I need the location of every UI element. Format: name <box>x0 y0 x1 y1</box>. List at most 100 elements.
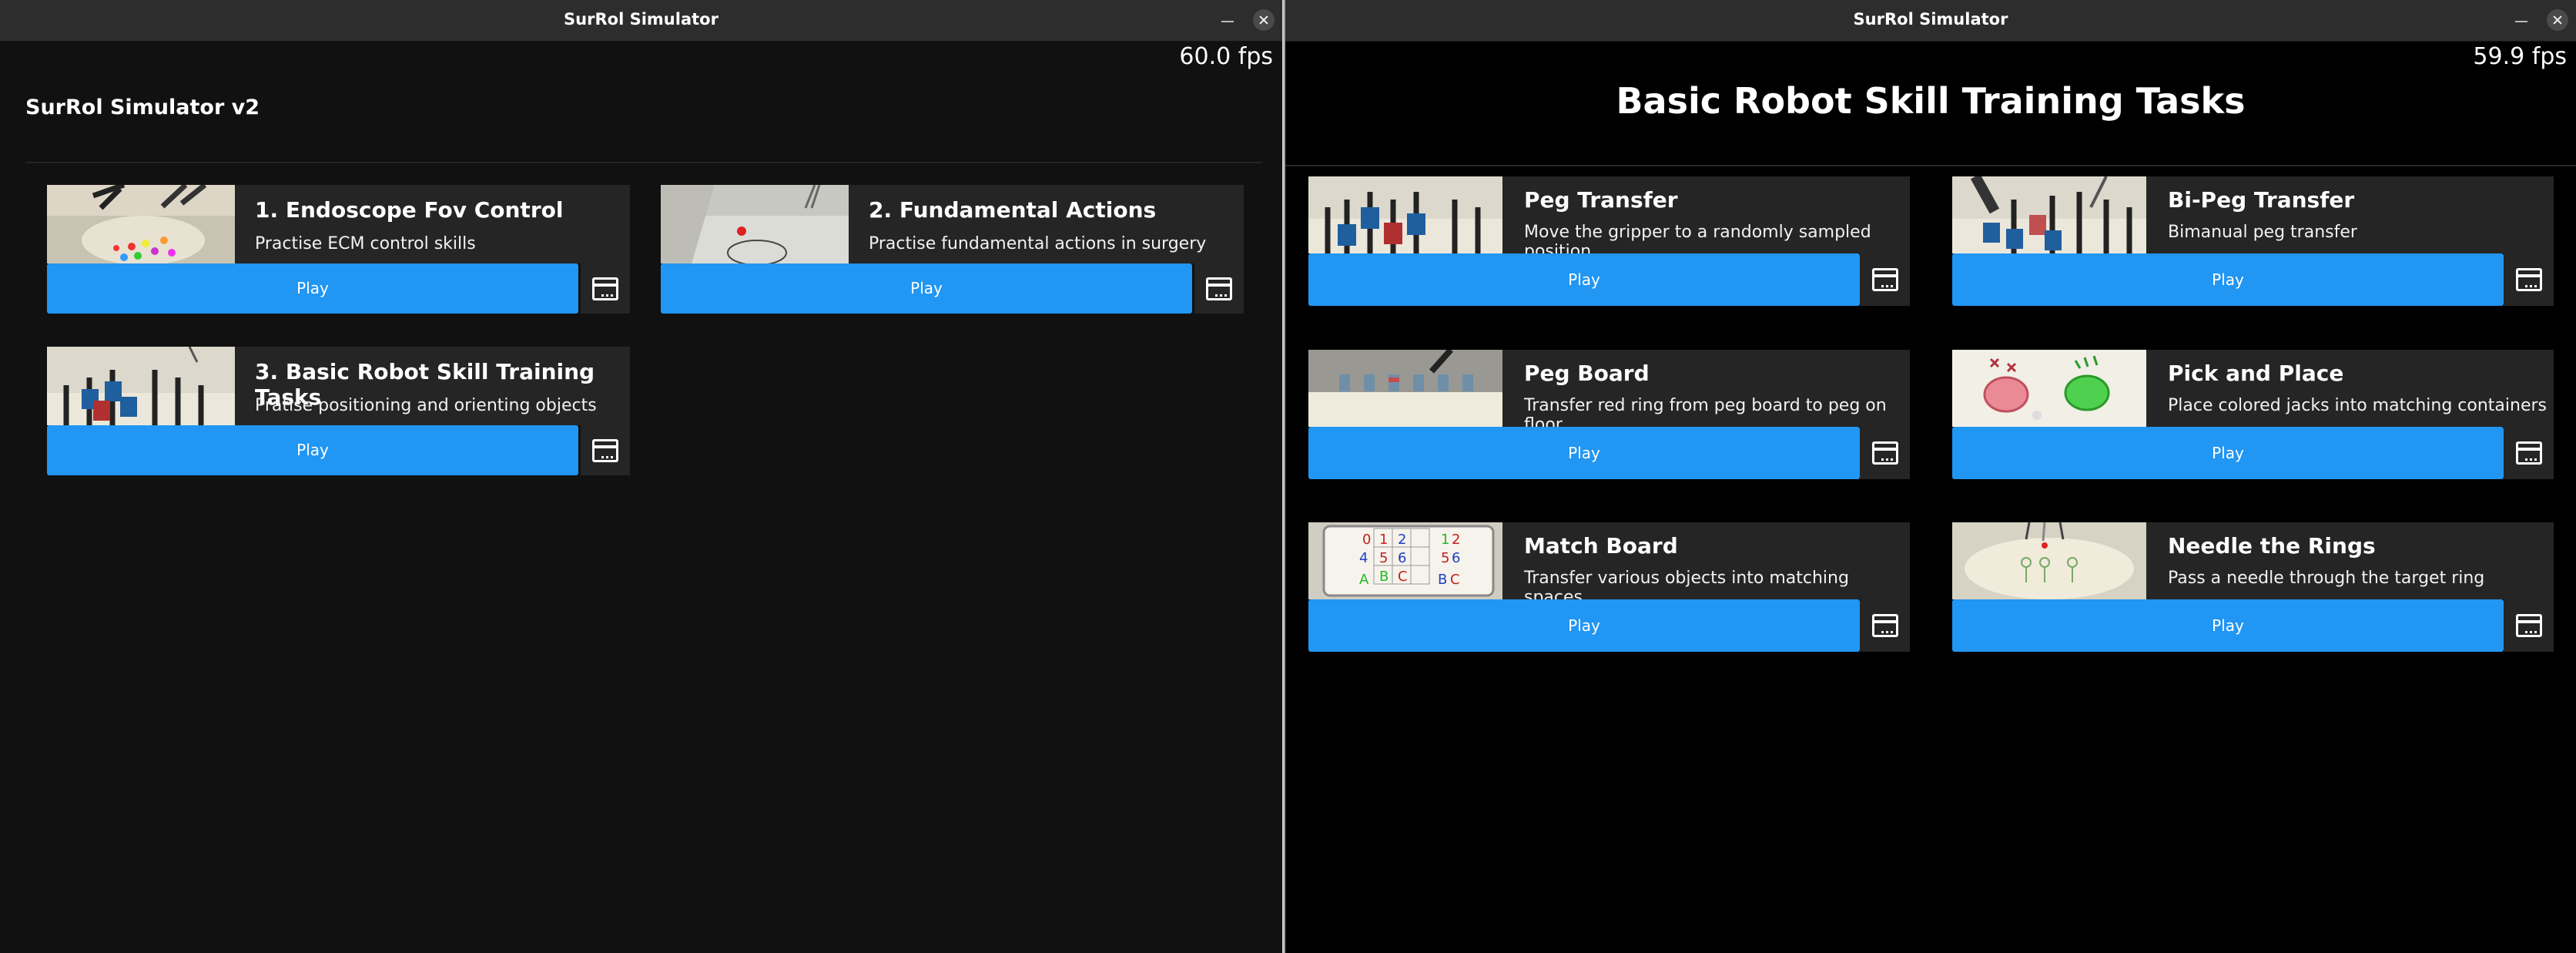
close-icon[interactable] <box>2547 9 2568 31</box>
play-button[interactable]: Play <box>1952 427 2504 479</box>
bi-peg-transfer-thumbnail <box>1952 176 2146 253</box>
task-description: Pratise positioning and orienting object… <box>255 396 597 415</box>
main-content: 60.0 fps SurRol Simulator v2 1. Endoscop… <box>0 42 1282 953</box>
app-title: SurRol Simulator v2 <box>25 96 260 119</box>
board-symbol: B <box>1379 569 1388 585</box>
task-description: Pass a needle through the target ring <box>2168 569 2485 588</box>
match-board-thumbnail: 0 1 2 1 2 4 5 6 5 6 A B C B C <box>1308 522 1502 599</box>
window-icon <box>592 277 618 300</box>
task-options-button[interactable] <box>1194 263 1244 314</box>
board-symbol: 0 <box>1362 532 1371 548</box>
window-title: SurRol Simulator <box>564 10 719 29</box>
task-title: Peg Transfer <box>1524 187 1678 213</box>
board-symbol: 2 <box>1452 532 1460 548</box>
task-title: 2. Fundamental Actions <box>869 197 1157 223</box>
divider <box>1285 165 2576 166</box>
card-header: 3. Basic Robot Skill Training Tasks Prat… <box>47 347 630 425</box>
board-symbol: C <box>1450 572 1460 588</box>
board-symbol: B <box>1438 572 1447 588</box>
task-options-button[interactable] <box>2504 427 2554 479</box>
card-header: 0 1 2 1 2 4 5 6 5 6 A B C B C Match Boar… <box>1308 522 1910 607</box>
close-icon[interactable] <box>1253 9 1275 31</box>
minimize-icon[interactable] <box>1219 9 1236 26</box>
task-description: Bimanual peg transfer <box>2168 223 2357 242</box>
peg-board-thumbnail <box>1308 350 1502 427</box>
window-icon <box>1206 277 1232 300</box>
task-card-pick-and-place: Pick and Place Place colored jacks into … <box>1952 350 2554 508</box>
task-card-peg-transfer: Peg Transfer Move the gripper to a rando… <box>1308 176 1910 334</box>
card-header: Peg Board Transfer red ring from peg boa… <box>1308 350 1910 435</box>
page-title: Basic Robot Skill Training Tasks <box>1616 80 2246 122</box>
window-icon <box>1871 614 1898 637</box>
task-description: Practise fundamental actions in surgery <box>869 234 1207 253</box>
task-title: Needle the Rings <box>2168 533 2376 559</box>
task-description: Place colored jacks into matching contai… <box>2168 396 2547 415</box>
card-header: 2. Fundamental Actions Practise fundamen… <box>661 185 1244 263</box>
task-card-match-board: 0 1 2 1 2 4 5 6 5 6 A B C B C Match Boar… <box>1308 522 1910 680</box>
task-options-button[interactable] <box>2504 253 2554 306</box>
board-symbol: 5 <box>1379 550 1388 566</box>
play-button[interactable]: Play <box>1308 253 1860 306</box>
card-header: Peg Transfer Move the gripper to a rando… <box>1308 176 1910 261</box>
play-button[interactable]: Play <box>47 263 578 314</box>
main-content: 59.9 fps Basic Robot Skill Training Task… <box>1285 42 2576 953</box>
task-card-bi-peg-transfer: Bi-Peg Transfer Bimanual peg transfer Pl… <box>1952 176 2554 334</box>
board-symbol: 4 <box>1359 550 1368 566</box>
window-icon <box>2515 614 2542 637</box>
task-title: Bi-Peg Transfer <box>2168 187 2355 213</box>
play-button[interactable]: Play <box>661 263 1192 314</box>
peg-board-thumbnail <box>47 347 235 425</box>
task-card-needle-rings: Needle the Rings Pass a needle through t… <box>1952 522 2554 680</box>
pick-and-place-thumbnail <box>1952 350 2146 427</box>
endoscope-scene-thumbnail <box>47 185 235 263</box>
play-button[interactable]: Play <box>1308 599 1860 652</box>
fps-counter: 60.0 fps <box>1179 43 1273 70</box>
task-title: Match Board <box>1524 533 1678 559</box>
board-symbol: 2 <box>1398 532 1406 548</box>
window-icon <box>592 438 618 462</box>
card-header: 1. Endoscope Fov Control Practise ECM co… <box>47 185 630 263</box>
simulator-window-main: SurRol Simulator 60.0 fps SurRol Simulat… <box>0 0 1284 953</box>
window-icon <box>1871 268 1898 291</box>
needle-rings-thumbnail <box>1952 522 2146 599</box>
task-title: Pick and Place <box>2168 361 2344 386</box>
task-card-fundamental: 2. Fundamental Actions Practise fundamen… <box>661 185 1244 351</box>
minimize-icon[interactable] <box>2513 9 2530 26</box>
board-symbol: 1 <box>1441 532 1449 548</box>
board-symbol: 1 <box>1379 532 1388 548</box>
simulator-window-tasks: SurRol Simulator 59.9 fps Basic Robot Sk… <box>1285 0 2576 953</box>
title-bar[interactable]: SurRol Simulator <box>1285 0 2576 42</box>
play-button[interactable]: Play <box>47 425 578 475</box>
card-header: Needle the Rings Pass a needle through t… <box>1952 522 2554 599</box>
task-options-button[interactable] <box>1860 427 1910 479</box>
divider <box>25 162 1262 163</box>
task-options-button[interactable] <box>2504 599 2554 652</box>
board-symbol: 6 <box>1398 550 1406 566</box>
window-icon <box>1871 441 1898 465</box>
task-description: Practise ECM control skills <box>255 234 476 253</box>
play-button[interactable]: Play <box>1308 427 1860 479</box>
fundamental-actions-thumbnail <box>661 185 849 263</box>
task-options-button[interactable] <box>1860 599 1910 652</box>
board-symbol: 5 <box>1441 550 1449 566</box>
window-title: SurRol Simulator <box>1853 10 2008 29</box>
task-options-button[interactable] <box>581 425 630 475</box>
task-title: Peg Board <box>1524 361 1650 386</box>
task-card-peg-board: Peg Board Transfer red ring from peg boa… <box>1308 350 1910 508</box>
title-bar[interactable]: SurRol Simulator <box>0 0 1282 42</box>
task-card-endoscope: 1. Endoscope Fov Control Practise ECM co… <box>47 185 630 351</box>
board-symbol: A <box>1359 572 1369 588</box>
card-header: Pick and Place Place colored jacks into … <box>1952 350 2554 427</box>
board-symbol: 6 <box>1452 550 1460 566</box>
task-card-basic-skills: 3. Basic Robot Skill Training Tasks Prat… <box>47 347 630 512</box>
task-options-button[interactable] <box>1860 253 1910 306</box>
board-symbol: C <box>1398 569 1408 585</box>
window-icon <box>2515 268 2542 291</box>
task-options-button[interactable] <box>581 263 630 314</box>
play-button[interactable]: Play <box>1952 253 2504 306</box>
card-header: Bi-Peg Transfer Bimanual peg transfer <box>1952 176 2554 253</box>
play-button[interactable]: Play <box>1952 599 2504 652</box>
fps-counter: 59.9 fps <box>2473 43 2567 70</box>
task-title: 1. Endoscope Fov Control <box>255 197 564 223</box>
window-icon <box>2515 441 2542 465</box>
